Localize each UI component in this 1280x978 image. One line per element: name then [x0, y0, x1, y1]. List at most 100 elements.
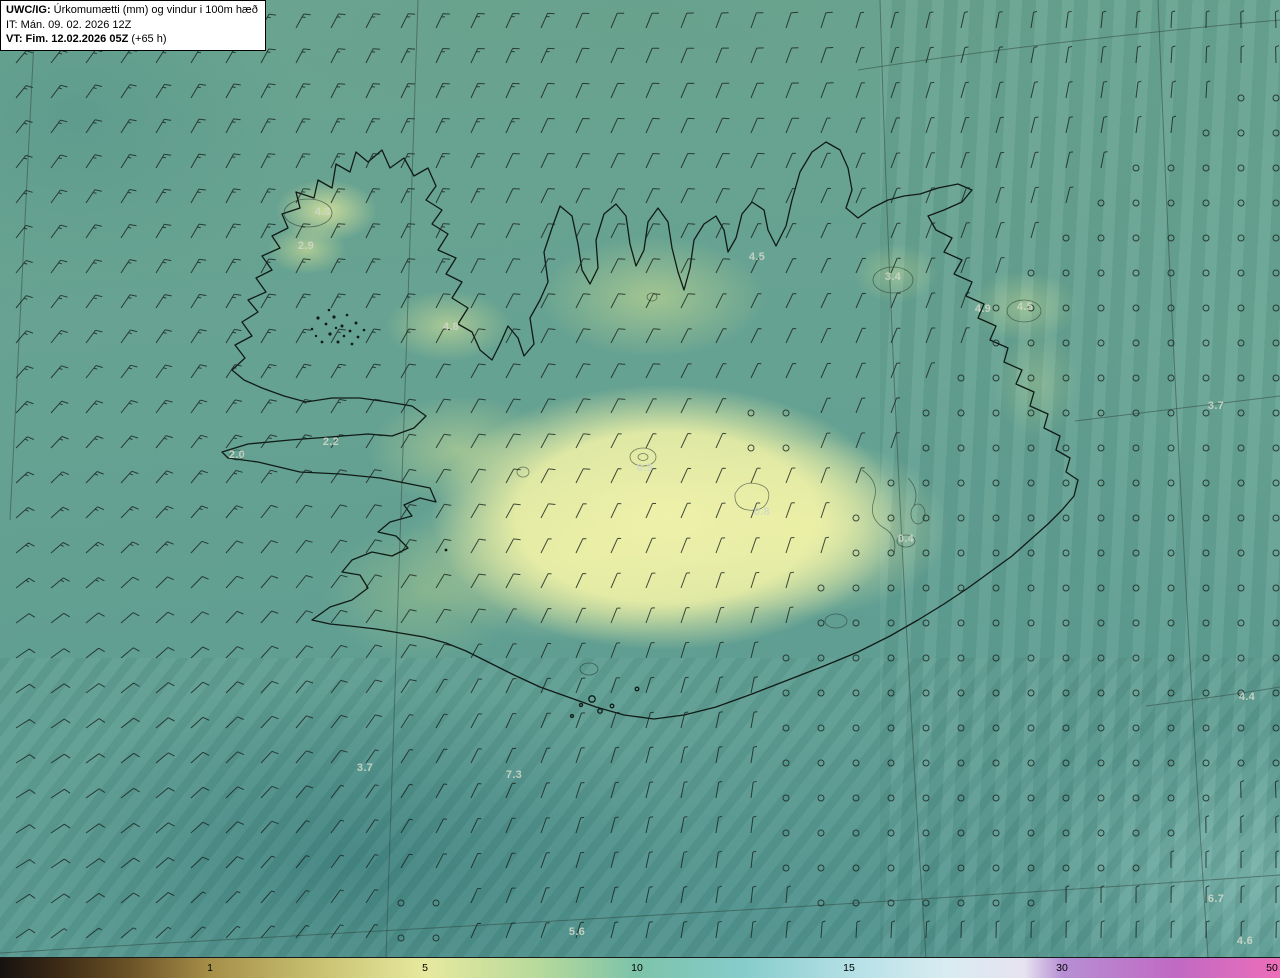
calm-wind-icon: [817, 689, 825, 697]
calm-wind-icon: [1097, 304, 1105, 312]
calm-wind-icon: [887, 549, 895, 557]
calm-wind-icon: [887, 759, 895, 767]
calm-wind-icon: [957, 444, 965, 452]
calm-wind-icon: [1202, 759, 1210, 767]
calm-wind-icon: [992, 829, 1000, 837]
calm-wind-icon: [1062, 584, 1070, 592]
calm-wind-icon: [1202, 584, 1210, 592]
calm-wind-icon: [1272, 724, 1280, 732]
calm-wind-icon: [1272, 339, 1280, 347]
product-title: Úrkomumætti (mm) og vindur i 100m hæð: [50, 4, 258, 16]
calm-wind-icon: [1097, 444, 1105, 452]
calm-wind-icon: [992, 514, 1000, 522]
calm-wind-icon: [1027, 409, 1035, 417]
calm-wind-icon: [957, 409, 965, 417]
calm-wind-icon: [1167, 514, 1175, 522]
calm-wind-icon: [1132, 199, 1140, 207]
calm-wind-icon: [1272, 584, 1280, 592]
calm-wind-icon: [957, 794, 965, 802]
calm-wind-icon: [1132, 479, 1140, 487]
calm-wind-icon: [1167, 374, 1175, 382]
calm-wind-icon: [1272, 654, 1280, 662]
calm-wind-icon: [1167, 724, 1175, 732]
calm-wind-icon: [1167, 479, 1175, 487]
calm-wind-icon: [1237, 339, 1245, 347]
calm-wind-icon: [1132, 514, 1140, 522]
calm-wind-icon: [1132, 304, 1140, 312]
calm-wind-icon: [1202, 654, 1210, 662]
precip-contours: [229, 198, 1042, 676]
calm-wind-icon: [922, 444, 930, 452]
calm-wind-icon: [1097, 234, 1105, 242]
calm-wind-icon: [1272, 269, 1280, 277]
calm-wind-icon: [1097, 864, 1105, 872]
calm-wind-icon: [1272, 129, 1280, 137]
calm-wind-icon: [887, 514, 895, 522]
calm-wind-icon: [1167, 829, 1175, 837]
title-line-1: UWC/IG: Úrkomumætti (mm) og vindur i 100…: [6, 3, 258, 18]
calm-wind-icon: [1027, 759, 1035, 767]
iceland-coastline-path: [221, 141, 1079, 720]
calm-wind-icon: [1027, 444, 1035, 452]
calm-wind-icon: [747, 409, 755, 417]
calm-wind-icon: [1202, 234, 1210, 242]
calm-wind-icon: [1097, 689, 1105, 697]
calm-wind-icon: [1272, 619, 1280, 627]
calm-wind-icon: [782, 759, 790, 767]
calm-wind-icon: [1167, 269, 1175, 277]
calm-wind-icon: [1132, 654, 1140, 662]
calm-wind-icon: [852, 584, 860, 592]
graticule-lines: [0, 0, 1280, 958]
calm-wind-icon: [1167, 234, 1175, 242]
calm-wind-icon: [1202, 549, 1210, 557]
calm-wind-icon: [1202, 374, 1210, 382]
calm-wind-icon: [957, 514, 965, 522]
calm-wind-icon: [992, 899, 1000, 907]
calm-wind-icon: [782, 829, 790, 837]
calm-wind-icon: [922, 829, 930, 837]
calm-wind-icon: [922, 759, 930, 767]
calm-wind-icon: [1132, 164, 1140, 172]
calm-wind-icon: [1062, 689, 1070, 697]
calm-wind-icon: [1027, 794, 1035, 802]
parallel-line: [1074, 395, 1280, 422]
calm-wind-icon: [1272, 444, 1280, 452]
calm-wind-icon: [1237, 479, 1245, 487]
calm-wind-icon: [1202, 794, 1210, 802]
calm-wind-icon: [1132, 794, 1140, 802]
calm-wind-icon: [1062, 479, 1070, 487]
calm-wind-icon: [1202, 304, 1210, 312]
calm-wind-icon: [1237, 759, 1245, 767]
calm-wind-icon: [957, 479, 965, 487]
calm-wind-icon: [1027, 339, 1035, 347]
colorbar-tick: 15: [843, 962, 855, 974]
init-time: IT: Mán. 09. 02. 2026 12Z: [6, 18, 132, 31]
calm-wind-icon: [1237, 514, 1245, 522]
calm-wind-icon: [887, 689, 895, 697]
calm-wind-icon: [1237, 199, 1245, 207]
calm-wind-icon: [1202, 199, 1210, 207]
calm-wind-icon: [1167, 549, 1175, 557]
calm-wind-icon: [957, 584, 965, 592]
wind-barb-strokes: [15, 10, 1280, 939]
calm-wind-icon: [397, 934, 405, 942]
calm-wind-icon: [992, 444, 1000, 452]
calm-wind-icon: [1202, 444, 1210, 452]
calm-wind-icon: [782, 724, 790, 732]
calm-wind-icon: [1272, 479, 1280, 487]
calm-wind-icon: [1027, 864, 1035, 872]
calm-wind-icon: [1272, 304, 1280, 312]
calm-wind-icon: [1132, 374, 1140, 382]
calm-wind-icon: [1272, 374, 1280, 382]
calm-wind-icon: [747, 444, 755, 452]
calm-wind-icon: [1237, 409, 1245, 417]
calm-wind-icon: [1027, 619, 1035, 627]
calm-wind-icon: [1272, 514, 1280, 522]
calm-wind-icon: [1062, 724, 1070, 732]
calm-wind-icon: [1237, 584, 1245, 592]
calm-wind-icon: [1062, 409, 1070, 417]
calm-wind-icon: [1237, 549, 1245, 557]
calm-wind-icon: [1097, 724, 1105, 732]
calm-wind-icon: [957, 654, 965, 662]
calm-wind-icon: [1097, 269, 1105, 277]
